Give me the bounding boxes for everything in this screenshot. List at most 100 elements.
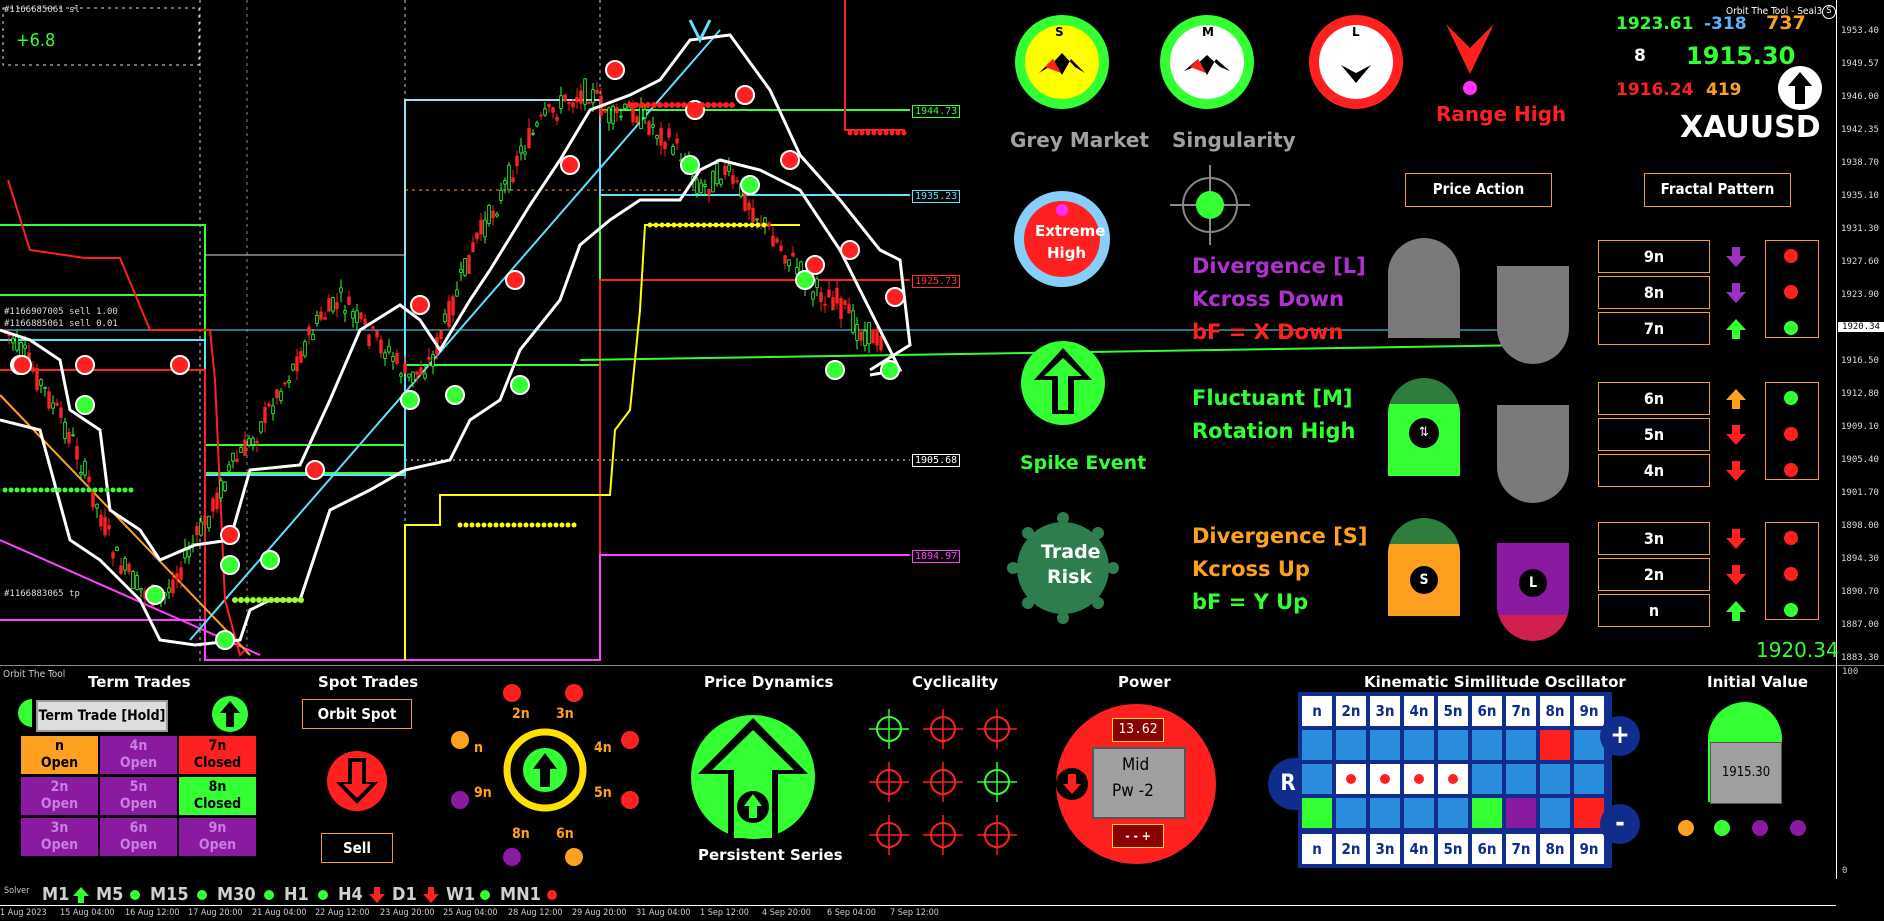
kso-cell-dot bbox=[1414, 774, 1424, 784]
persistent-up-icon[interactable] bbox=[690, 714, 816, 840]
timeframe-m30[interactable]: M30 bbox=[217, 884, 256, 905]
kso-cell[interactable] bbox=[1472, 764, 1502, 794]
cycle-label: 2n bbox=[512, 706, 530, 722]
kso-cell[interactable] bbox=[1336, 798, 1366, 828]
candle bbox=[751, 208, 755, 222]
kso-cell[interactable] bbox=[1302, 730, 1332, 760]
order-line-1[interactable]: #1166907005 sell 1.00 bbox=[4, 307, 118, 317]
fractal-pattern-button[interactable]: Fractal Pattern bbox=[1644, 173, 1791, 207]
order-cell[interactable]: 3n Open bbox=[21, 818, 98, 856]
kso-cell[interactable] bbox=[1404, 798, 1434, 828]
term-up-icon[interactable] bbox=[212, 696, 248, 732]
kso-cell-dot bbox=[1380, 774, 1390, 784]
price-action-button[interactable]: Price Action bbox=[1405, 173, 1552, 207]
fractal-down-marker bbox=[220, 525, 240, 545]
kso-cell[interactable] bbox=[1370, 764, 1400, 794]
order-cell[interactable]: 6n Open bbox=[100, 818, 177, 856]
timeframe-h4[interactable]: H4 bbox=[338, 884, 363, 905]
yellow-dot bbox=[719, 222, 725, 228]
candle bbox=[603, 110, 607, 113]
kso-cell[interactable] bbox=[1438, 764, 1468, 794]
kso-cell[interactable] bbox=[1370, 730, 1400, 760]
price-axis-tick: 1931.30 bbox=[1841, 224, 1879, 234]
timeframe-m15[interactable]: M15 bbox=[150, 884, 189, 905]
kso-cell[interactable] bbox=[1472, 798, 1502, 828]
order-cell[interactable]: 5n Open bbox=[100, 777, 177, 815]
fractal-box[interactable]: 6n bbox=[1598, 382, 1710, 415]
order-line-2[interactable]: #1166885061 sell 0.01 bbox=[4, 319, 118, 329]
fractal-box[interactable]: n bbox=[1598, 594, 1710, 627]
arrow-down-icon bbox=[1725, 528, 1747, 550]
fractal-box[interactable]: 8n bbox=[1598, 276, 1710, 309]
timeframe-m1[interactable]: M1 bbox=[42, 884, 69, 905]
fractal-box[interactable]: 9n bbox=[1598, 240, 1710, 273]
red-dot bbox=[639, 102, 645, 108]
order-line-3[interactable]: #1166883065 tp bbox=[4, 589, 80, 599]
fractal-box[interactable]: 5n bbox=[1598, 418, 1710, 451]
sell-arrow-icon[interactable] bbox=[326, 750, 388, 812]
kso-cell[interactable] bbox=[1574, 764, 1604, 794]
status-dot bbox=[1784, 427, 1798, 441]
fractal-box[interactable]: 2n bbox=[1598, 558, 1710, 591]
order-header: #1166685061 sl bbox=[4, 5, 80, 15]
candle bbox=[427, 356, 431, 360]
timeframe-d1[interactable]: D1 bbox=[392, 884, 417, 905]
pill-l: L bbox=[1497, 543, 1569, 641]
price-axis[interactable]: 1953.40 1949.57 1946.00 1942.35 1938.70 1935.… bbox=[1836, 0, 1884, 665]
timeframe-m5[interactable]: M5 bbox=[96, 884, 123, 905]
kso-minus-button[interactable]: - bbox=[1600, 804, 1640, 844]
order-cell[interactable]: n Open bbox=[21, 736, 98, 774]
kso-cell[interactable] bbox=[1404, 764, 1434, 794]
yellow-dot bbox=[743, 222, 749, 228]
kso-cell[interactable] bbox=[1438, 730, 1468, 760]
candle bbox=[119, 565, 123, 574]
orbit-spot-button[interactable]: Orbit Spot bbox=[302, 699, 412, 729]
spike-event-icon[interactable] bbox=[1020, 340, 1106, 426]
kso-cell[interactable] bbox=[1336, 764, 1366, 794]
dashboard-close-icon[interactable]: S bbox=[1822, 5, 1836, 19]
kso-cell[interactable] bbox=[1404, 730, 1434, 760]
fractal-box[interactable]: 7n bbox=[1598, 312, 1710, 345]
yellow-dot bbox=[493, 522, 499, 528]
candle bbox=[279, 390, 283, 401]
timeframe-h1[interactable]: H1 bbox=[284, 884, 309, 905]
order-cell[interactable]: 4n Open bbox=[100, 736, 177, 774]
sell-button[interactable]: Sell bbox=[321, 833, 393, 863]
kso-cell[interactable] bbox=[1336, 730, 1366, 760]
kso-cell[interactable] bbox=[1506, 730, 1536, 760]
kso-plus-button[interactable]: + bbox=[1600, 716, 1640, 756]
kso-cell[interactable] bbox=[1506, 798, 1536, 828]
kso-cell[interactable] bbox=[1540, 798, 1570, 828]
candle bbox=[771, 235, 775, 247]
kso-footer: 6n bbox=[1472, 834, 1502, 864]
cycle-label: 4n bbox=[594, 740, 612, 756]
kso-cell[interactable] bbox=[1540, 730, 1570, 760]
timeframe-w1[interactable]: W1 bbox=[446, 884, 475, 905]
candle bbox=[699, 182, 703, 194]
kso-cell[interactable] bbox=[1472, 730, 1502, 760]
kso-cell[interactable] bbox=[1302, 764, 1332, 794]
term-trade-hold-button[interactable]: Term Trade [Hold] bbox=[36, 700, 168, 732]
order-cell[interactable]: 2n Open bbox=[21, 777, 98, 815]
order-cell[interactable]: 7n Closed bbox=[179, 736, 256, 774]
candle bbox=[339, 287, 343, 293]
kso-cell[interactable] bbox=[1438, 798, 1468, 828]
candle bbox=[19, 342, 23, 357]
cyclicality-grid bbox=[866, 706, 1026, 866]
kso-cell[interactable] bbox=[1540, 764, 1570, 794]
kso-cell[interactable] bbox=[1370, 798, 1400, 828]
fractal-down-marker bbox=[170, 355, 190, 375]
order-cell[interactable]: 9n Open bbox=[179, 818, 256, 856]
candle bbox=[531, 132, 535, 135]
kso-cell[interactable] bbox=[1302, 798, 1332, 828]
fractal-down-marker bbox=[12, 355, 32, 375]
candle bbox=[667, 128, 671, 138]
kso-cell[interactable] bbox=[1506, 764, 1536, 794]
pill-grey-2 bbox=[1497, 266, 1569, 364]
cycle-label: n bbox=[474, 740, 483, 756]
price-axis-tick: 1938.70 bbox=[1841, 158, 1879, 168]
timeframe-mn1[interactable]: MN1 bbox=[500, 884, 541, 905]
fractal-box[interactable]: 3n bbox=[1598, 522, 1710, 555]
order-cell[interactable]: 8n Closed bbox=[179, 777, 256, 815]
fractal-box[interactable]: 4n bbox=[1598, 454, 1710, 487]
